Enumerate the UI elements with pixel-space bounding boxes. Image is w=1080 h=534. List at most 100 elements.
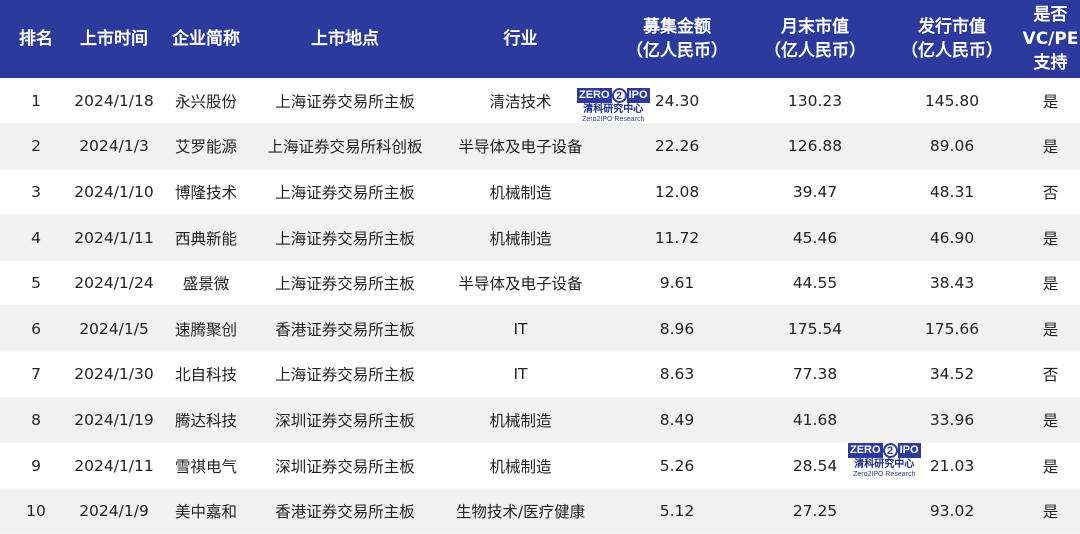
table-header-row: 排名 上市时间 企业简称 上市地点 行业 募集金额 （亿人民币） 月末市值 （亿人民币） 发行市值… — [0, 0, 1080, 78]
cell-rank: 2 — [0, 123, 72, 170]
cell-listing-date: 2024/1/9 — [72, 488, 156, 534]
header-line: 支持 — [1033, 53, 1068, 73]
watermark-two: 2 — [882, 443, 898, 458]
cell-rank: 10 — [0, 488, 72, 534]
cell-vcpe-backed: 是 — [1021, 260, 1080, 307]
cell-company: 西典新能 — [156, 214, 256, 261]
cell-raised-amount: 5.26 — [607, 442, 747, 489]
cell-rank: 4 — [0, 214, 72, 261]
cell-company: 艾罗能源 — [156, 123, 256, 170]
table-row: 7 2024/1/30 北自科技 上海证券交易所主板 IT 8.63 77.38 34.52 否 — [0, 351, 1080, 398]
cell-month-end-cap: 126.88 — [747, 123, 883, 170]
watermark-zero: ZERO — [848, 443, 883, 458]
header-line: （亿人民币） — [626, 41, 728, 61]
cell-vcpe-backed: 是 — [1021, 488, 1080, 534]
cell-vcpe-backed: 是 — [1021, 78, 1080, 125]
cell-company: 盛景微 — [156, 260, 256, 307]
cell-rank: 8 — [0, 397, 72, 444]
cell-listing-date: 2024/1/19 — [72, 397, 156, 444]
zero2ipo-logo-icon: ZERO 2 IPO — [848, 443, 921, 458]
cell-listing-date: 2024/1/24 — [72, 260, 156, 307]
cell-vcpe-backed: 是 — [1021, 214, 1080, 261]
watermark-zero: ZERO — [577, 88, 612, 103]
cell-raised-amount: 8.96 — [607, 305, 747, 353]
cell-raised-amount: 5.12 — [607, 488, 747, 534]
cell-vcpe-backed: 否 — [1021, 169, 1080, 216]
cell-industry: 半导体及电子设备 — [434, 123, 607, 170]
cell-vcpe-backed: 是 — [1021, 397, 1080, 444]
cell-listing-date: 2024/1/30 — [72, 351, 156, 398]
watermark-en: Zero2IPO Research — [853, 471, 916, 478]
cell-vcpe-backed: 是 — [1021, 123, 1080, 170]
cell-raised-amount: 8.49 — [607, 397, 747, 444]
watermark-cn: 清科研究中心 — [854, 459, 915, 470]
header-rank: 排名 — [0, 0, 72, 78]
header-line: 排名 — [19, 29, 53, 49]
cell-month-end-cap: 130.23 — [747, 78, 883, 125]
cell-rank: 9 — [0, 442, 72, 489]
header-issue-cap: 发行市值 （亿人民币） — [883, 0, 1021, 78]
header-line: 行业 — [503, 29, 538, 49]
table-row: 5 2024/1/24 盛景微 上海证券交易所主板 半导体及电子设备 9.61 44.55 3… — [0, 260, 1080, 307]
header-line: （亿人民币） — [764, 41, 866, 61]
header-company: 企业简称 — [156, 0, 256, 78]
table-row: 8 2024/1/19 腾达科技 深圳证券交易所主板 机械制造 8.49 41.68 33.9… — [0, 397, 1080, 444]
cell-month-end-cap: 77.38 — [747, 351, 883, 398]
cell-listing-venue: 香港证券交易所主板 — [256, 488, 434, 534]
header-line: 是否 — [1033, 5, 1068, 25]
table-row: 4 2024/1/11 西典新能 上海证券交易所主板 机械制造 11.72 45.46 46.… — [0, 214, 1080, 261]
cell-issue-cap: 93.02 — [883, 488, 1021, 534]
table-row: 3 2024/1/10 博隆技术 上海证券交易所主板 机械制造 12.08 39.47 48.… — [0, 169, 1080, 216]
cell-raised-amount: 12.08 — [607, 169, 747, 216]
watermark-en: Zero2IPO Research — [582, 116, 645, 123]
watermark-ipo: IPO — [626, 88, 650, 103]
header-industry: 行业 — [434, 0, 607, 78]
cell-issue-cap: 145.80 — [883, 78, 1021, 125]
cell-issue-cap: 175.66 — [883, 305, 1021, 353]
header-line: 募集金额 — [643, 17, 711, 37]
header-raised-amount: 募集金额 （亿人民币） — [607, 0, 747, 78]
cell-company: 博隆技术 — [156, 169, 256, 216]
header-month-end-cap: 月末市值 （亿人民币） — [747, 0, 883, 78]
cell-listing-date: 2024/1/11 — [72, 442, 156, 489]
table-row: 6 2024/1/5 速腾聚创 香港证券交易所主板 IT 8.96 175.54 175.66… — [0, 305, 1080, 353]
watermark-two: 2 — [611, 88, 627, 103]
header-line: （亿人民币） — [901, 41, 1003, 61]
header-listing-venue: 上市地点 — [256, 0, 434, 78]
cell-month-end-cap: 39.47 — [747, 169, 883, 216]
cell-vcpe-backed: 否 — [1021, 351, 1080, 398]
cell-issue-cap: 38.43 — [883, 260, 1021, 307]
table-row: 1 2024/1/18 永兴股份 上海证券交易所主板 清洁技术 24.30 130.23 14… — [0, 78, 1080, 125]
zero2ipo-logo-icon: ZERO 2 IPO — [577, 88, 650, 103]
cell-company: 美中嘉和 — [156, 488, 256, 534]
header-listing-date: 上市时间 — [72, 0, 156, 78]
cell-company: 腾达科技 — [156, 397, 256, 444]
cell-listing-venue: 上海证券交易所主板 — [256, 351, 434, 398]
cell-raised-amount: 9.61 — [607, 260, 747, 307]
cell-company: 北自科技 — [156, 351, 256, 398]
cell-listing-date: 2024/1/5 — [72, 305, 156, 353]
cell-listing-venue: 上海证券交易所主板 — [256, 78, 434, 125]
cell-issue-cap: 34.52 — [883, 351, 1021, 398]
cell-month-end-cap: 41.68 — [747, 397, 883, 444]
cell-listing-venue: 深圳证券交易所主板 — [256, 397, 434, 444]
cell-rank: 3 — [0, 169, 72, 216]
cell-issue-cap: 89.06 — [883, 123, 1021, 170]
cell-listing-venue: 深圳证券交易所主板 — [256, 442, 434, 489]
watermark-ipo: IPO — [897, 443, 921, 458]
cell-raised-amount: 11.72 — [607, 214, 747, 261]
cell-industry: 半导体及电子设备 — [434, 260, 607, 307]
cell-company: 速腾聚创 — [156, 305, 256, 353]
cell-raised-amount: 8.63 — [607, 351, 747, 398]
cell-industry: 机械制造 — [434, 442, 607, 489]
header-line: 发行市值 — [918, 17, 986, 37]
header-line: 上市地点 — [311, 29, 379, 49]
cell-raised-amount: 22.26 — [607, 123, 747, 170]
cell-listing-venue: 上海证券交易所科创板 — [256, 123, 434, 170]
cell-rank: 1 — [0, 78, 72, 125]
cell-industry: IT — [434, 305, 607, 353]
cell-rank: 5 — [0, 260, 72, 307]
cell-industry: 机械制造 — [434, 397, 607, 444]
cell-listing-venue: 上海证券交易所主板 — [256, 169, 434, 216]
cell-industry: IT — [434, 351, 607, 398]
